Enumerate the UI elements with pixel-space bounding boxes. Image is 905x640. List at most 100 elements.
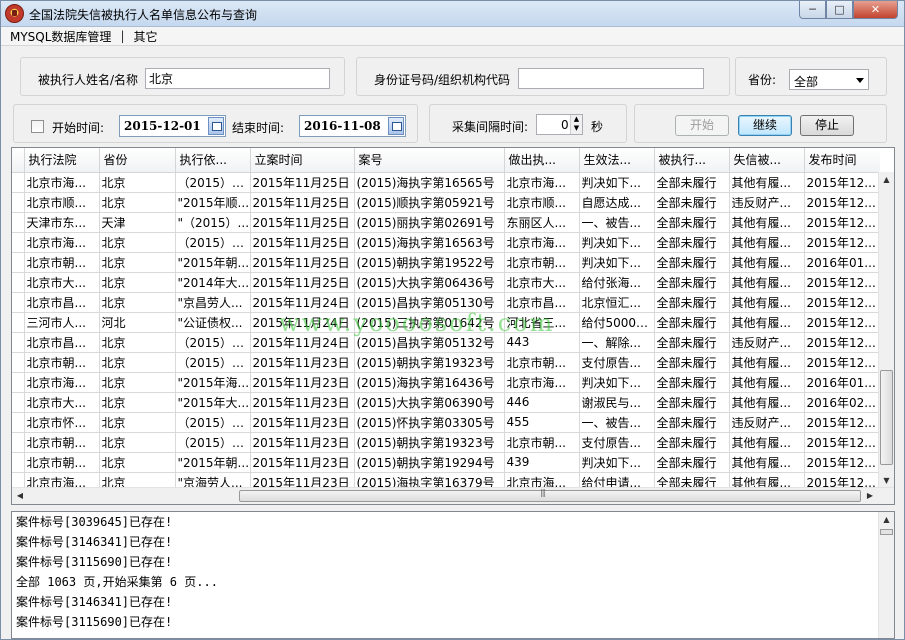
row-selector[interactable] <box>12 312 25 333</box>
scroll-thumb[interactable] <box>239 488 861 502</box>
row-selector[interactable] <box>12 192 25 213</box>
row-selector[interactable] <box>12 272 25 293</box>
continue-button[interactable]: 继续 <box>738 115 792 136</box>
id-input[interactable] <box>518 68 704 89</box>
calendar-icon[interactable] <box>208 117 224 135</box>
table-row[interactable]: 三河市人... 河北 "公证债权... 2015年11月24日 (2015)三执字第01… <box>12 312 880 333</box>
name-input[interactable] <box>145 68 330 89</box>
table-cell: 北京 <box>99 252 176 273</box>
table-row[interactable]: 北京市朝... 北京 （2015）朝... 2015年11月23日 (2015)朝执字第… <box>12 352 880 373</box>
interval-spinner[interactable]: 0 ▲ ▼ <box>536 114 583 135</box>
table-cell: (2015)海执字第16565号 <box>354 172 505 193</box>
table-row[interactable]: 北京市朝... 北京 "2015年朝... 2015年11月23日 (2015)朝执字第… <box>12 452 880 473</box>
column-header[interactable]: 案号 <box>354 148 505 173</box>
start-button[interactable]: 开始 <box>675 115 729 136</box>
scroll-up-icon[interactable]: ▲ <box>879 512 894 527</box>
row-selector[interactable] <box>12 232 25 253</box>
log-line: 案件标号[3115690]已存在! <box>16 615 173 629</box>
scroll-down-icon[interactable]: ▼ <box>879 473 894 488</box>
table-row[interactable]: 北京市怀... 北京 （2015）怀... 2015年11月23日 (2015)怀执字第… <box>12 412 880 433</box>
table-cell: 其他有履... <box>729 352 805 373</box>
scroll-right-icon[interactable]: ▶ <box>862 488 878 504</box>
table-cell: 其他有履... <box>729 172 805 193</box>
log-vertical-scrollbar[interactable]: ▲ <box>878 512 894 638</box>
end-date-picker[interactable]: 2016-11-08 <box>299 115 406 137</box>
table-cell: 全部未履行 <box>654 452 730 473</box>
row-selector[interactable] <box>12 332 25 353</box>
column-header[interactable]: 省份 <box>99 148 176 173</box>
province-group: 省份: 全部 <box>735 57 887 96</box>
table-row[interactable]: 北京市海... 北京 "2015年海... 2015年11月23日 (2015)海执字第… <box>12 372 880 393</box>
column-header[interactable]: 执行法院 <box>24 148 100 173</box>
row-selector[interactable] <box>12 352 25 373</box>
row-selector[interactable] <box>12 252 25 273</box>
column-header[interactable]: 失信被... <box>729 148 805 173</box>
table-cell: 自愿达成... <box>579 192 655 213</box>
scroll-thumb[interactable] <box>880 529 893 535</box>
close-button[interactable]: ✕ <box>853 1 898 19</box>
menu-mysql-db[interactable]: MYSQL数据库管理 <box>7 28 114 45</box>
row-selector[interactable] <box>12 372 25 393</box>
table-row[interactable]: 北京市朝... 北京 "2015年朝... 2015年11月25日 (2015)朝执字第… <box>12 252 880 273</box>
table-row[interactable]: 北京市昌... 北京 "京昌劳人... 2015年11月24日 (2015)昌执字第05… <box>12 292 880 313</box>
column-header[interactable]: 发布时间 <box>804 148 880 173</box>
table-cell: 全部未履行 <box>654 172 730 193</box>
table-cell: 一、被告... <box>579 412 655 433</box>
table-row[interactable]: 北京市海... 北京 "京海劳人... 2015年11月23日 (2015)海执字第16… <box>12 472 880 488</box>
column-header[interactable]: 执行依... <box>175 148 251 173</box>
stop-button[interactable]: 停止 <box>800 115 854 136</box>
start-date-picker[interactable]: 2015-12-01 <box>119 115 226 137</box>
scroll-thumb[interactable] <box>880 370 893 465</box>
spinner-arrows-icon[interactable]: ▲ ▼ <box>570 115 582 134</box>
table-cell: 全部未履行 <box>654 252 730 273</box>
row-selector[interactable] <box>12 212 25 233</box>
table-cell: 全部未履行 <box>654 192 730 213</box>
column-header[interactable]: 生效法... <box>579 148 655 173</box>
title-bar[interactable]: 全国法院失信被执行人名单信息公布与查询 ─ □ ✕ <box>1 1 904 27</box>
table-cell: 全部未履行 <box>654 432 730 453</box>
table-row[interactable]: 北京市朝... 北京 （2015）朝... 2015年11月23日 (2015)朝执字第… <box>12 432 880 453</box>
maximize-button[interactable]: □ <box>826 1 853 19</box>
table-cell: 其他有履... <box>729 292 805 313</box>
scroll-left-icon[interactable]: ◀ <box>12 488 28 504</box>
row-selector[interactable] <box>12 392 25 413</box>
scroll-up-icon[interactable]: ▲ <box>879 172 894 187</box>
table-cell: 439 <box>504 452 580 473</box>
column-header[interactable]: 被执行... <box>654 148 730 173</box>
table-cell: 2015年12... <box>804 432 880 453</box>
table-cell: 全部未履行 <box>654 312 730 333</box>
table-row[interactable]: 北京市海... 北京 （2015）海... 2015年11月25日 (2015)海执字第… <box>12 172 880 193</box>
start-time-checkbox[interactable] <box>31 120 44 133</box>
minimize-button[interactable]: ─ <box>799 1 826 19</box>
row-selector[interactable] <box>12 432 25 453</box>
table-cell: 2015年12... <box>804 292 880 313</box>
table-cell: (2015)海执字第16436号 <box>354 372 505 393</box>
table-cell: 全部未履行 <box>654 372 730 393</box>
row-selector[interactable] <box>12 472 25 488</box>
column-header[interactable]: 立案时间 <box>250 148 355 173</box>
table-horizontal-scrollbar[interactable]: ◀ ▶ <box>12 487 894 504</box>
table-cell: (2015)顺执字第05921号 <box>354 192 505 213</box>
table-row[interactable]: 北京市顺... 北京 "2015年顺... 2015年11月25日 (2015)顺执字第… <box>12 192 880 213</box>
table-cell: 北京 <box>99 472 176 488</box>
row-selector[interactable] <box>12 172 25 193</box>
table-row[interactable]: 北京市大... 北京 "2015年大... 2015年11月23日 (2015)大执字第… <box>12 392 880 413</box>
table-row[interactable]: 北京市海... 北京 （2015）海... 2015年11月25日 (2015)海执字第… <box>12 232 880 253</box>
table-row[interactable]: 北京市昌... 北京 （2015）昌... 2015年11月24日 (2015)昌执字第… <box>12 332 880 353</box>
table-cell: 北京市海... <box>24 232 100 253</box>
column-header[interactable]: 做出执... <box>504 148 580 173</box>
calendar-icon[interactable] <box>388 117 404 135</box>
table-cell: "（2015）... <box>175 212 251 233</box>
table-cell: 北京 <box>99 452 176 473</box>
chevron-down-icon <box>856 78 864 83</box>
log-output[interactable]: 案件标号[3039645]已存在! 案件标号[3146341]已存在! 案件标号[3… <box>11 511 895 639</box>
row-selector[interactable] <box>12 292 25 313</box>
menu-other[interactable]: 其它 <box>130 28 160 45</box>
row-selector[interactable] <box>12 412 25 433</box>
table-row[interactable]: 北京市大... 北京 "2014年大... 2015年11月25日 (2015)大执字第… <box>12 272 880 293</box>
table-cell: 判决如下... <box>579 452 655 473</box>
table-vertical-scrollbar[interactable]: ▲ ▼ <box>878 172 894 488</box>
province-select[interactable]: 全部 <box>789 69 869 90</box>
table-row[interactable]: 天津市东... 天津 "（2015）... 2015年11月25日 (2015)丽执字第… <box>12 212 880 233</box>
row-selector[interactable] <box>12 452 25 473</box>
